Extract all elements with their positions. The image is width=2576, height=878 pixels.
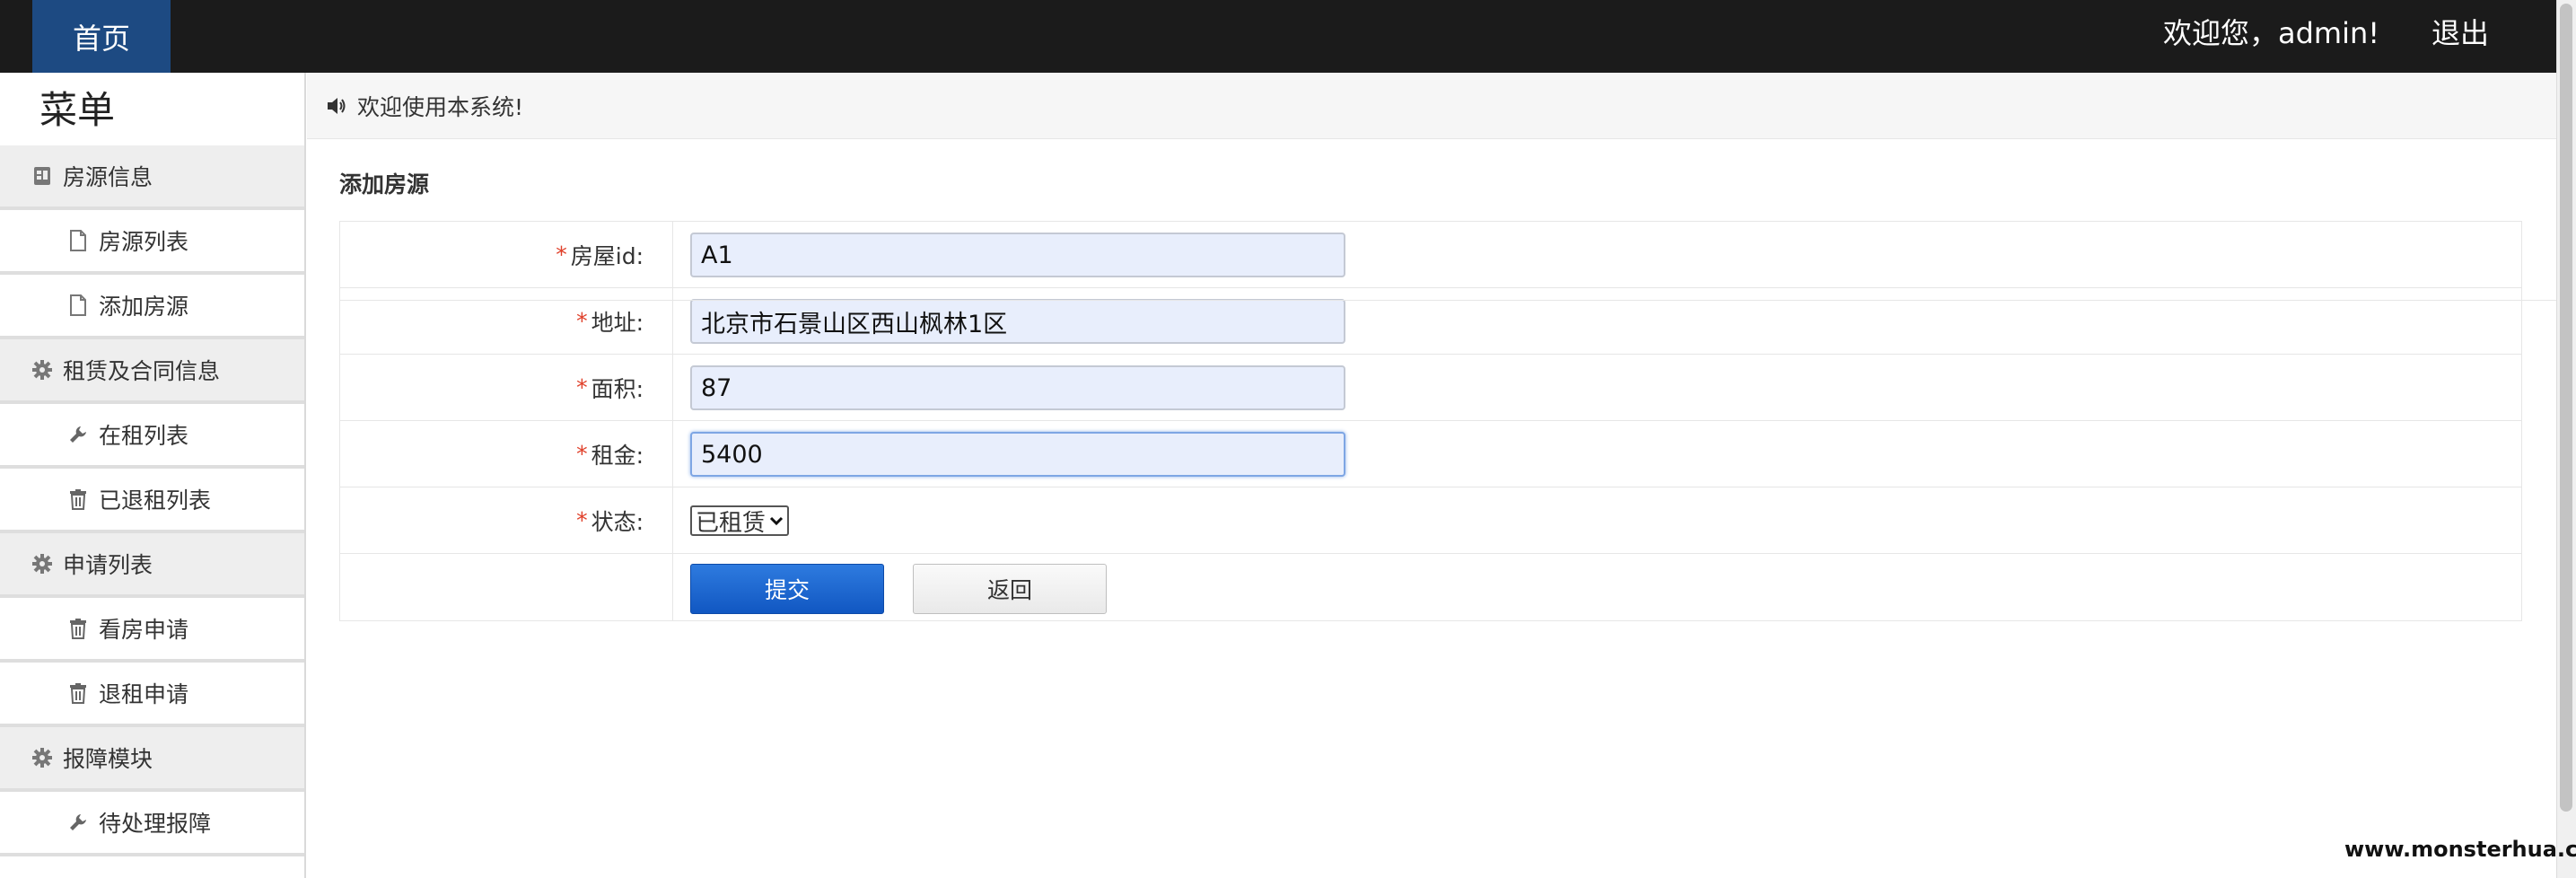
rent-label: 租金:: [591, 442, 644, 469]
add-house-form: * 房屋id: * 地址: * 面积: * 租金: * 状态: 已租赁: [339, 221, 2522, 621]
wrench-icon: [66, 423, 90, 446]
divider-line: [339, 300, 2556, 301]
sidebar-item-label: 房源列表: [99, 229, 189, 255]
back-button[interactable]: 返回: [913, 564, 1107, 614]
sidebar-item-house-list[interactable]: 房源列表: [0, 210, 304, 275]
sidebar-item-pending-faults[interactable]: 待处理报障: [0, 792, 304, 856]
sidebar-item-add-house[interactable]: 添加房源: [0, 275, 304, 339]
field-label: * 租金:: [340, 421, 673, 487]
form-row-address: * 地址:: [340, 288, 2521, 355]
address-input[interactable]: [690, 299, 1345, 344]
sidebar-group-fault-reports[interactable]: 报障模块: [0, 727, 304, 792]
required-mark: *: [556, 241, 567, 268]
welcome-user-text: 欢迎您，admin!: [2163, 16, 2380, 50]
rent-input[interactable]: [690, 432, 1345, 477]
sidebar-group-label: 报障模块: [63, 746, 153, 772]
address-label: 地址:: [591, 309, 644, 336]
gear-icon: [31, 358, 54, 382]
status-selected-value: 已租赁: [696, 509, 767, 537]
welcome-notice-text: 欢迎使用本系统!: [357, 93, 524, 120]
file-icon: [66, 294, 90, 317]
sidebar-group-applications[interactable]: 申请列表: [0, 533, 304, 598]
sidebar-item-viewing-requests[interactable]: 看房申请: [0, 598, 304, 663]
form-row-status: * 状态: 已租赁: [340, 487, 2521, 554]
gear-icon: [31, 552, 54, 575]
file-icon: [66, 229, 90, 252]
sidebar-item-label: 添加房源: [99, 294, 189, 320]
field-label: * 房屋id:: [340, 222, 673, 287]
welcome-notice-bar: 欢迎使用本系统!: [307, 73, 2556, 139]
sidebar-item-label: 在租列表: [99, 423, 189, 449]
sidebar-group-label: 房源信息: [63, 164, 153, 190]
form-row-area: * 面积:: [340, 355, 2521, 421]
required-mark: *: [576, 374, 588, 400]
field-label-empty: [340, 554, 673, 620]
form-row-house-id: * 房屋id:: [340, 222, 2521, 288]
top-navigation-bar: 首页 欢迎您，admin! 退出: [0, 0, 2556, 73]
status-select[interactable]: 已租赁: [690, 505, 790, 537]
logout-link[interactable]: 退出: [2431, 0, 2489, 66]
sidebar-item-label: 看房申请: [99, 617, 189, 643]
sidebar-group-label: 申请列表: [63, 552, 153, 578]
menu-title: 菜单: [39, 88, 116, 132]
watermark: www.monsterhua.com: [2344, 837, 2576, 862]
status-label: 状态:: [591, 508, 644, 535]
sidebar-group-lease-contract[interactable]: 租赁及合同信息: [0, 339, 304, 404]
field-label: * 面积:: [340, 355, 673, 420]
sidebar-menu: 菜单 房源信息 房源列表 添加房源 租赁及合同信息 在租列表 已退租列表 申请列…: [0, 73, 306, 878]
sidebar-item-ended-lease-list[interactable]: 已退租列表: [0, 469, 304, 533]
form-row-rent: * 租金:: [340, 421, 2521, 487]
sidebar-group-label: 租赁及合同信息: [63, 358, 221, 384]
required-mark: *: [576, 441, 588, 467]
sidebar-item-label: 待处理报障: [99, 811, 212, 837]
speaker-icon: [325, 94, 348, 118]
gear-icon: [31, 746, 54, 769]
form-row-actions: 提交 返回: [340, 554, 2521, 620]
required-mark: *: [576, 507, 588, 533]
form-title: 添加房源: [339, 171, 430, 198]
trash-icon: [66, 681, 90, 705]
field-label: * 状态:: [340, 487, 673, 553]
chevron-down-icon: [769, 515, 784, 526]
house-id-input[interactable]: [690, 233, 1345, 277]
trash-icon: [66, 487, 90, 511]
building-icon: [31, 164, 54, 188]
required-mark: *: [576, 308, 588, 334]
scrollbar-thumb[interactable]: [2560, 4, 2572, 812]
sidebar-item-label: 已退租列表: [99, 487, 212, 514]
trash-icon: [66, 617, 90, 640]
sidebar-group-house-info[interactable]: 房源信息: [0, 145, 304, 210]
field-label: * 地址:: [340, 288, 673, 354]
wrench-icon: [66, 811, 90, 834]
area-input[interactable]: [690, 365, 1345, 410]
house-id-label: 房屋id:: [570, 242, 644, 269]
sidebar-item-termination-requests[interactable]: 退租申请: [0, 663, 304, 727]
submit-button[interactable]: 提交: [690, 564, 884, 614]
home-tab[interactable]: 首页: [32, 0, 171, 73]
area-label: 面积:: [591, 375, 644, 402]
sidebar-item-label: 退租申请: [99, 681, 189, 707]
sidebar-item-renting-list[interactable]: 在租列表: [0, 404, 304, 469]
